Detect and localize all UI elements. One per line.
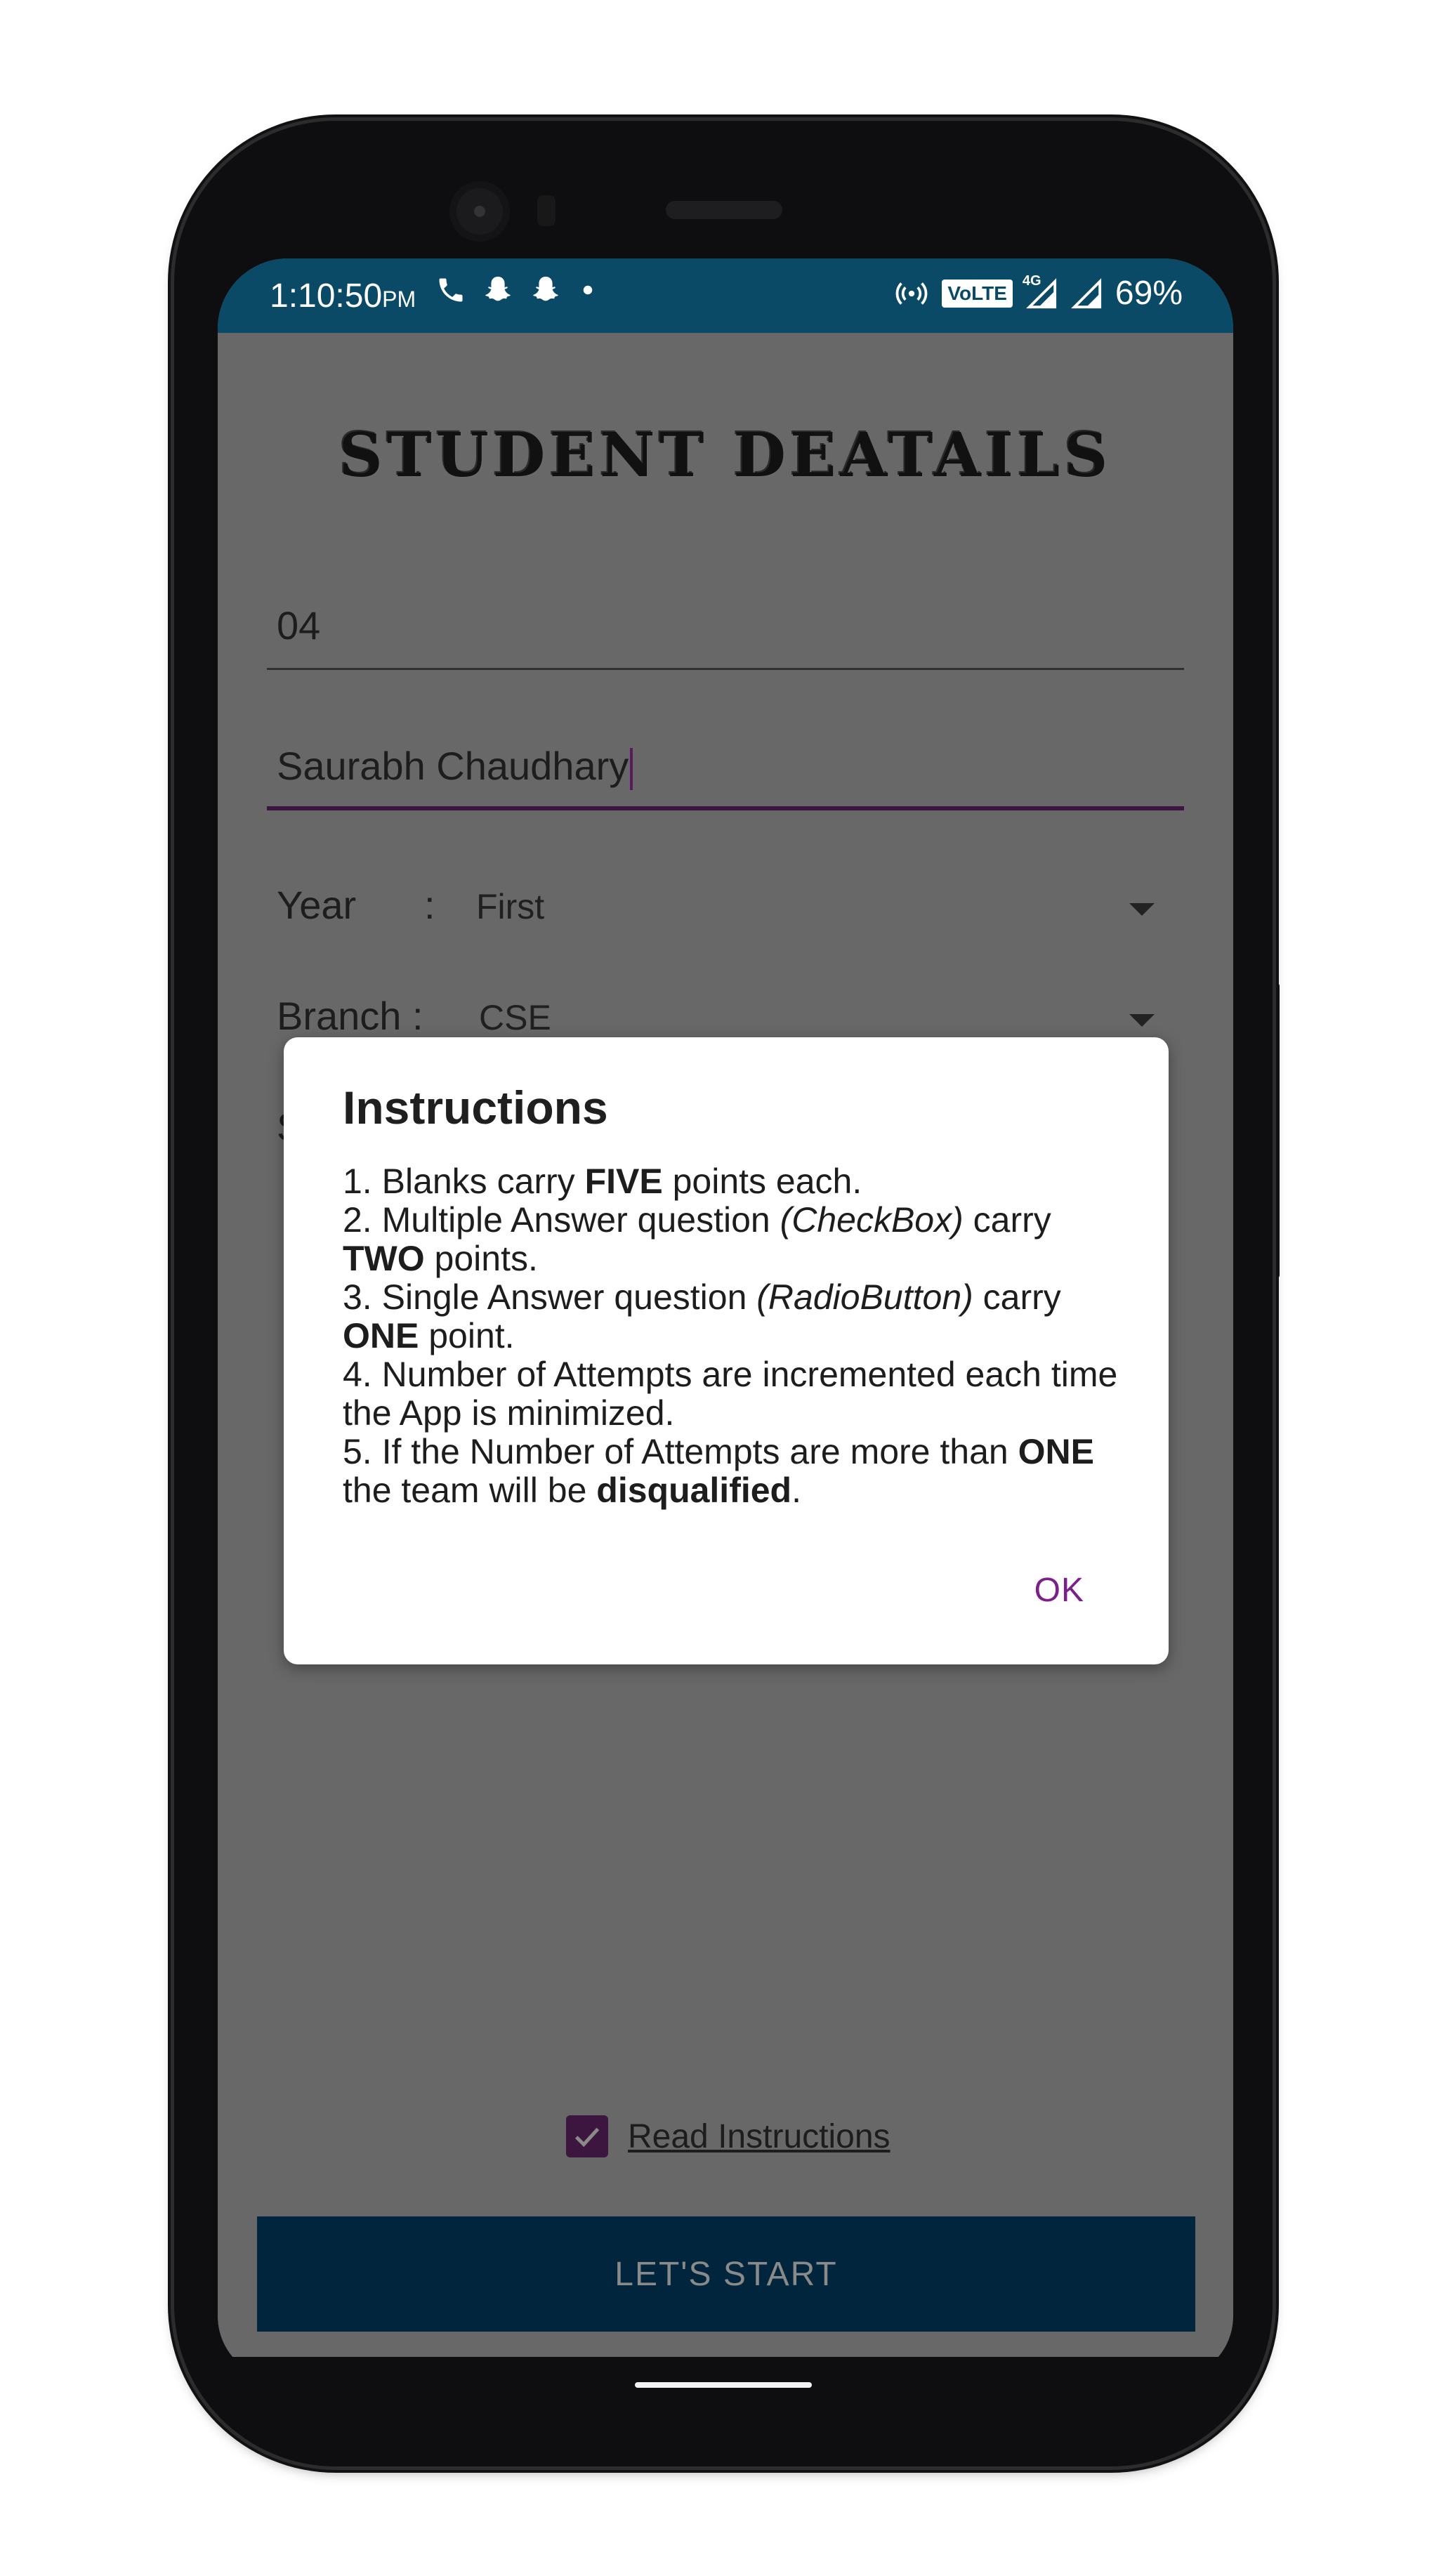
instructions-dialog: Instructions 1. Blanks carry FIVE points… [284,1037,1169,1664]
read-instructions-row[interactable]: Read Instructions [566,2115,890,2157]
status-right-icons: VoLTE 4G 69% [894,273,1183,313]
instruction-item-3: 3. Single Answer question (RadioButton) … [343,1277,1061,1355]
name-field[interactable]: Saurabh Chaudhary [267,743,1184,810]
signal-icon [1071,277,1102,308]
checkmark-icon [574,2127,600,2148]
ok-button[interactable]: OK [1034,1571,1084,1610]
chevron-down-icon[interactable] [1129,1014,1155,1027]
branch-value: CSE [479,998,551,1037]
front-camera [449,181,510,242]
roll-number-underline [267,668,1184,670]
instruction-item-4: 4. Number of Attempts are incremented ea… [343,1355,1118,1433]
branch-colon: : [412,994,423,1038]
year-value: First [476,887,545,926]
year-label: Year [277,883,357,927]
dialog-title: Instructions [343,1082,608,1133]
hotspot-icon [896,282,928,305]
dot-icon [583,285,593,295]
text-cursor [630,748,633,791]
status-bar: 1:10:50PM VoLTE 4G 69% [218,258,1233,333]
battery-percentage: 69% [1115,275,1183,312]
home-indicator[interactable] [635,2382,812,2388]
proximity-sensor [537,195,556,226]
status-left-icons [435,274,598,306]
status-ampm: PM [382,287,416,312]
name-value-wrap: Saurabh Chaudhary [267,743,1184,791]
volte-badge: VoLTE [942,279,1013,308]
read-instructions-checkbox[interactable] [566,2115,608,2157]
phone-icon [439,278,463,302]
dialog-body: 1. Blanks carry FIVE points each. 2. Mul… [343,1162,1122,1510]
year-colon: : [424,883,435,927]
signal-4g-icon: 4G [1023,273,1058,310]
roll-number-field[interactable]: 04 [267,603,1184,670]
page-title: STUDENT DEATAILS [339,420,1112,491]
snapchat-icon [533,276,558,301]
roll-number-value: 04 [277,603,321,648]
instruction-item-1: 1. Blanks carry FIVE points each. [343,1162,862,1201]
branch-label: Branch : [277,994,423,1038]
read-instructions-link[interactable]: Read Instructions [628,2117,890,2156]
phone-screen: 1:10:50PM VoLTE 4G 69% STUDENT DEATAILS … [218,258,1233,2379]
instruction-item-5: 5. If the Number of Attempts are more th… [343,1432,1094,1510]
lets-start-button[interactable]: LET'S START [257,2216,1195,2332]
network-type-label: 4G [1022,272,1041,289]
navigation-area [218,2357,1233,2400]
earpiece-speaker [666,201,782,219]
chevron-down-icon[interactable] [1129,903,1155,916]
status-time: 1:10:50PM [270,277,416,315]
name-value: Saurabh Chaudhary [277,744,629,788]
year-spinner[interactable]: Year : First [277,882,1155,938]
instruction-item-2: 2. Multiple Answer question (CheckBox) c… [343,1200,1051,1278]
name-underline [267,806,1184,810]
snapchat-icon [485,276,511,301]
